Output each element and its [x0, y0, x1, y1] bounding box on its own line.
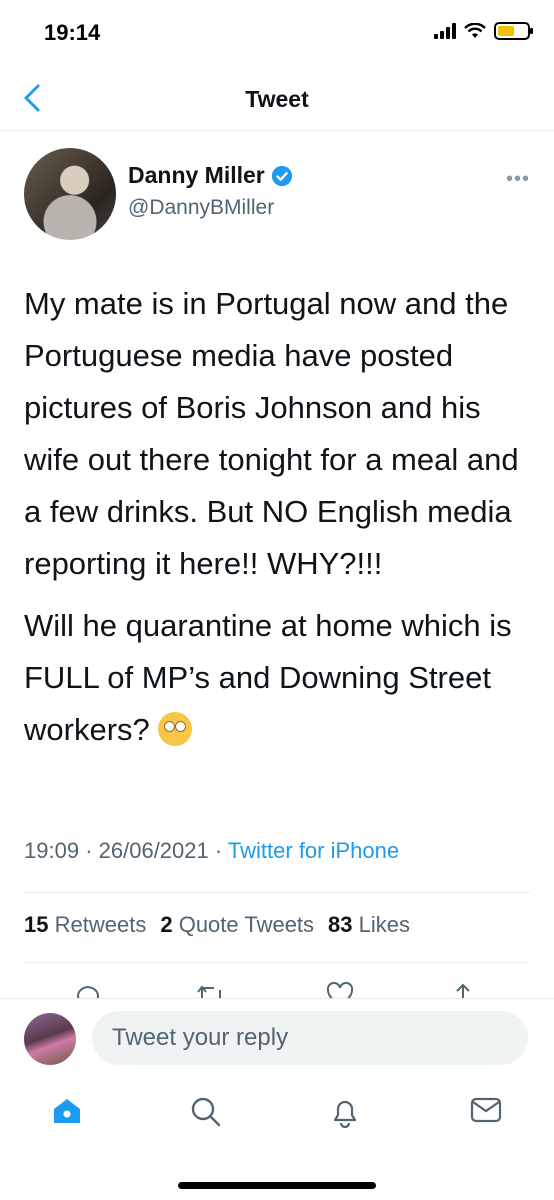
nav-bar: Tweet: [0, 66, 554, 131]
messages-icon[interactable]: [470, 1096, 502, 1124]
tweet-source-link[interactable]: Twitter for iPhone: [228, 838, 399, 863]
quotes-stat[interactable]: 2 Quote Tweets: [160, 912, 314, 938]
home-indicator: [178, 1182, 376, 1189]
user-avatar[interactable]: [24, 1013, 76, 1065]
tweet-date: 26/06/2021: [98, 838, 209, 863]
reply-input[interactable]: Tweet your reply: [92, 1011, 528, 1065]
status-bar: 19:14: [0, 0, 554, 66]
status-time: 19:14: [44, 20, 101, 45]
status-icons: [434, 22, 533, 40]
meta-separator: ·: [85, 838, 93, 863]
search-icon[interactable]: [190, 1096, 222, 1128]
reply-icon[interactable]: [74, 982, 102, 998]
meta-separator: ·: [214, 838, 223, 863]
retweets-label: Retweets: [54, 912, 147, 937]
quotes-count: 2: [160, 912, 173, 937]
like-icon[interactable]: [326, 982, 354, 998]
wifi-icon: [464, 23, 486, 38]
likes-count: 83: [328, 912, 353, 937]
author-avatar[interactable]: [24, 148, 116, 240]
reply-bar: Tweet your reply: [0, 998, 554, 1077]
share-icon[interactable]: [450, 982, 476, 998]
battery-icon: [494, 22, 533, 40]
retweets-count: 15: [24, 912, 49, 937]
tweet-actions: [0, 974, 554, 998]
tweet-stats: 15 Retweets 2 Quote Tweets 83 Likes: [24, 912, 410, 938]
tweet-paragraph-2: Will he quarantine at home which is FULL…: [24, 600, 534, 756]
author-handle[interactable]: @DannyBMiller: [128, 196, 274, 220]
signal-icon: [434, 23, 456, 39]
likes-label: Likes: [358, 912, 411, 937]
likes-stat[interactable]: 83 Likes: [328, 912, 410, 938]
tweet-time: 19:09: [24, 838, 80, 863]
tweet-text: My mate is in Portugal now and the Portu…: [24, 278, 534, 766]
tweet-meta: 19:09 · 26/06/2021 · Twitter for iPhone: [24, 838, 399, 864]
retweets-stat[interactable]: 15 Retweets: [24, 912, 146, 938]
verified-icon: [271, 165, 292, 186]
tweet-paragraph-1: My mate is in Portugal now and the Portu…: [24, 286, 519, 581]
rolling-eyes-emoji-icon: [158, 712, 193, 746]
divider: [24, 892, 530, 893]
divider: [24, 962, 530, 963]
tweet-header: Danny Miller @DannyBMiller •••: [24, 148, 530, 244]
home-icon[interactable]: [52, 1096, 82, 1126]
quotes-label: Quote Tweets: [178, 912, 315, 937]
author-name[interactable]: Danny Miller: [128, 162, 265, 189]
notifications-icon[interactable]: [330, 1096, 360, 1128]
more-icon[interactable]: •••: [506, 168, 530, 191]
retweet-icon[interactable]: [196, 982, 226, 998]
page-title: Tweet: [245, 86, 309, 112]
author-name-row[interactable]: Danny Miller: [128, 162, 293, 189]
tweet-paragraph-2-text: Will he quarantine at home which is FULL…: [24, 608, 512, 747]
